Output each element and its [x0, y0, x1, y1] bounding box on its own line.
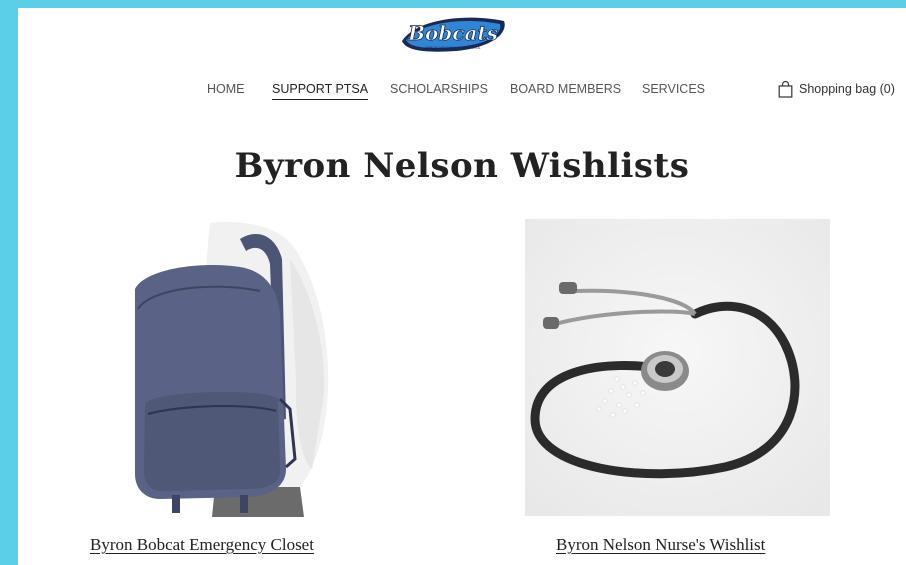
page-title: Byron Nelson Wishlists: [234, 146, 690, 186]
stethoscope-photo[interactable]: [525, 219, 830, 516]
nav-support-ptsa[interactable]: SUPPORT PTSA: [272, 82, 369, 100]
nav-services[interactable]: SERVICES: [642, 82, 705, 96]
nav-scholarships[interactable]: SCHOLARSHIPS: [390, 82, 488, 96]
shopping-bag-label: Shopping bag (0): [799, 82, 895, 96]
backpack-photo[interactable]: [90, 219, 380, 517]
logo-text: Bobcats: [407, 21, 498, 45]
page: Bobcats BYRON NELSON HIGH SCHOOL HOME SU…: [18, 8, 906, 565]
nav-board-members[interactable]: BOARD MEMBERS: [510, 82, 621, 96]
site-logo[interactable]: Bobcats BYRON NELSON HIGH SCHOOL: [396, 11, 510, 57]
main-nav: HOME SUPPORT PTSA SCHOLARSHIPS BOARD MEM…: [18, 80, 906, 104]
card-label-emergency-closet[interactable]: Byron Bobcat Emergency Closet: [90, 535, 314, 555]
shopping-bag-link[interactable]: Shopping bag (0): [778, 80, 895, 98]
shopping-bag-icon: [778, 80, 793, 98]
logo-tagline: BYRON NELSON HIGH SCHOOL: [425, 46, 480, 50]
card-label-nurse-wishlist[interactable]: Byron Nelson Nurse's Wishlist: [556, 535, 765, 555]
nav-home[interactable]: HOME: [207, 82, 245, 96]
